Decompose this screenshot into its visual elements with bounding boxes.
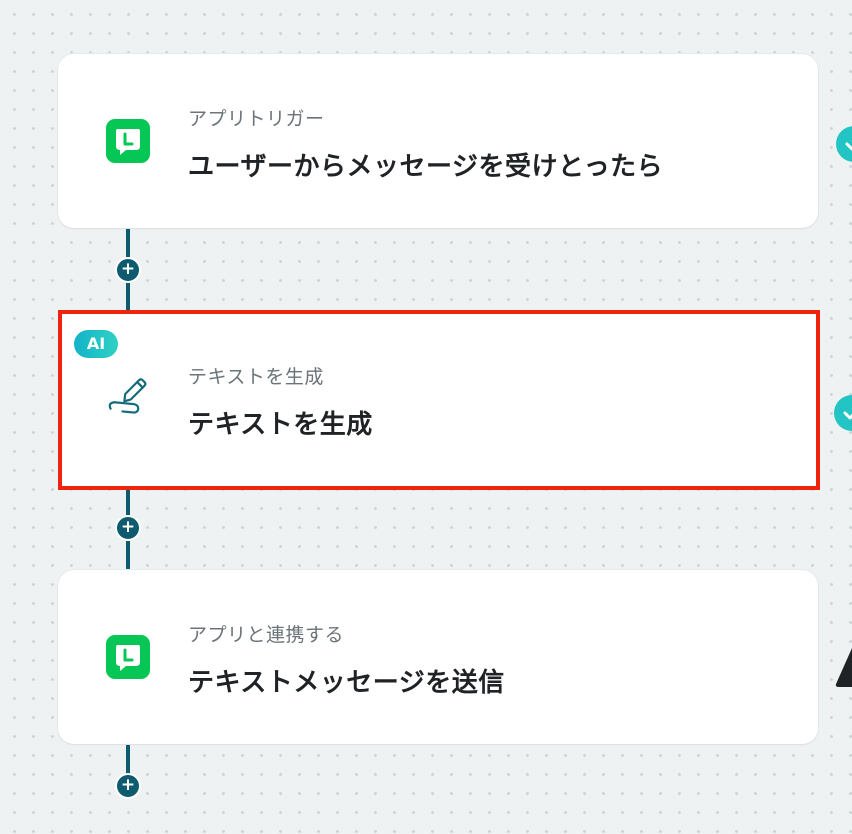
step-type-label: アプリと連携する: [188, 624, 345, 646]
pen-icon: [108, 378, 147, 414]
step-type-label: アプリトリガー: [188, 108, 325, 130]
step-card-trigger[interactable]: アプリトリガー ユーザーからメッセージを受けとったら: [58, 54, 818, 228]
check-icon: [834, 395, 852, 431]
add-step-button[interactable]: +: [115, 257, 141, 283]
check-icon: [836, 126, 852, 162]
step-title: ユーザーからメッセージを受けとったら: [188, 152, 664, 182]
line-app-icon: [106, 119, 150, 163]
ai-badge: AI: [74, 330, 118, 358]
line-app-icon: [106, 635, 150, 679]
step-title: テキストメッセージを送信: [188, 668, 505, 698]
step-type-label: テキストを生成: [188, 366, 324, 388]
warning-icon: [835, 648, 852, 687]
step-card-generate-text[interactable]: テキストを生成 テキストを生成: [58, 310, 820, 490]
step-title: テキストを生成: [188, 410, 373, 440]
add-step-button[interactable]: +: [115, 515, 141, 541]
add-step-button[interactable]: +: [115, 773, 141, 799]
step-card-send-message[interactable]: アプリと連携する テキストメッセージを送信: [58, 570, 818, 744]
